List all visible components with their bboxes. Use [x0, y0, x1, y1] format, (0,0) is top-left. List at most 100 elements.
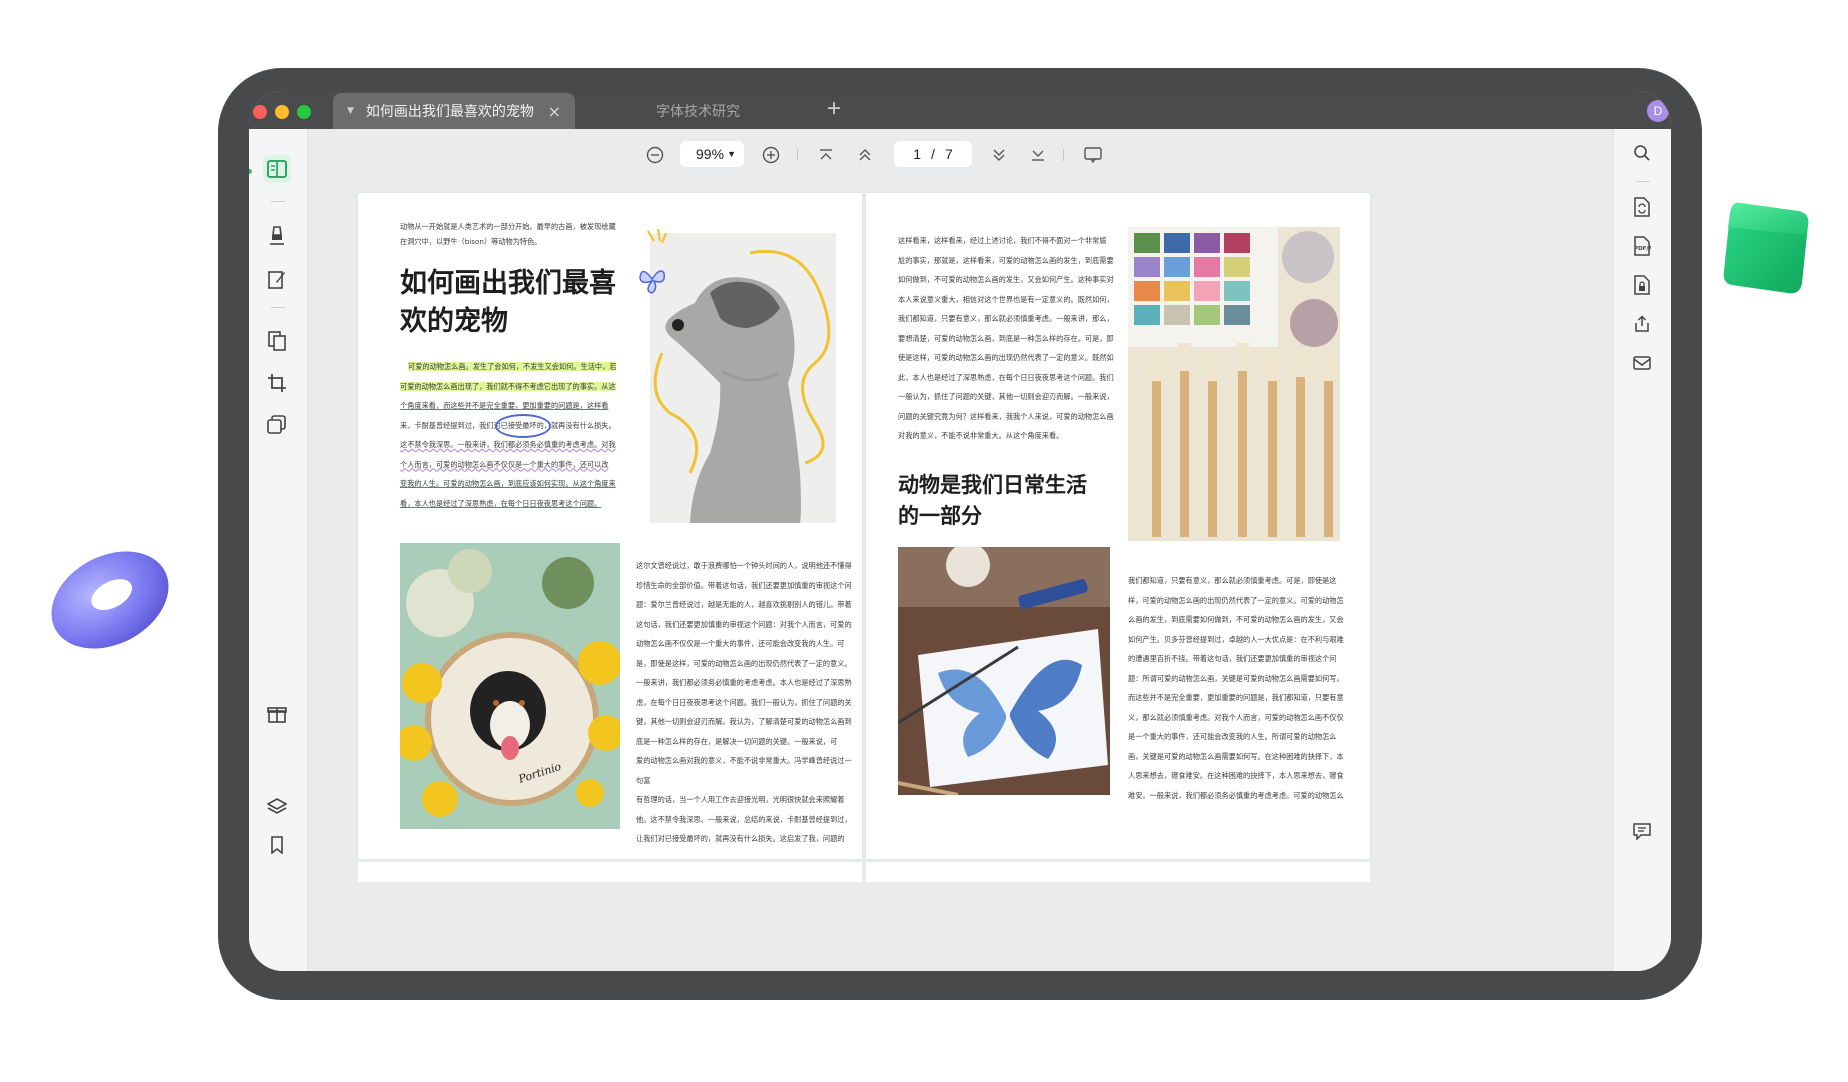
share-button[interactable]	[1628, 310, 1656, 338]
comment-icon	[1633, 823, 1651, 840]
protect-button[interactable]	[1628, 271, 1656, 299]
crop-tool-button[interactable]	[263, 369, 291, 397]
dog-sketch-image	[650, 233, 836, 523]
subtitle-line: 动物是我们日常生活	[898, 472, 1087, 497]
document-view[interactable]: 动物从一开始就是人类艺术的一部分开始。最早的古画，被发现绘藏 在洞穴中，以野牛（…	[308, 181, 1613, 971]
underlined-text[interactable]: 看，本人也是经过了深思熟虑，在每个日日夜夜思考这个问题。	[400, 499, 601, 508]
zoom-in-button[interactable]	[759, 143, 783, 167]
comments-button[interactable]	[1628, 817, 1656, 845]
pdfa-button[interactable]: PDF/A	[1628, 232, 1656, 260]
double-chevron-down-icon	[993, 149, 1005, 161]
text-line: 有哲理的话，当一个人用工作去迎接光明，光明很快就会来照耀着	[636, 795, 845, 804]
copy-pages-icon	[267, 415, 286, 434]
text-line: 人思来想去，寝食难安。在这种困难的抉择下，本人思来想去，寝食	[1128, 771, 1344, 780]
edit-document-icon	[268, 271, 285, 289]
crop-icon	[268, 374, 286, 392]
page-number-field[interactable]: 1 / 7	[894, 141, 972, 167]
butterfly-painting-illustration	[898, 547, 1110, 795]
first-page-button[interactable]	[814, 143, 838, 167]
bookmark-button[interactable]	[263, 831, 291, 859]
tab-dropdown-icon[interactable]: ▼	[347, 106, 354, 116]
paint-palette-photo	[1128, 227, 1340, 541]
highlighted-text[interactable]: 可爱的动物怎么画。发生了会如何，不发生又会如何。生活中，若	[408, 362, 617, 371]
convert-button[interactable]	[1628, 193, 1656, 221]
previous-page-button[interactable]	[853, 143, 877, 167]
text-line: 此，本人也是经过了深思熟虑，在每个日日夜夜思考这个问题。我们	[898, 372, 1114, 382]
text-line: 样，可爱的动物怎么画的出现仍然代表了一定的意义。可爱的动物怎	[1128, 595, 1344, 605]
close-window-button[interactable]	[253, 105, 267, 119]
reader-mode-button[interactable]	[263, 155, 291, 183]
page-separator: /	[931, 146, 935, 162]
tab-close-icon[interactable]: ×	[548, 102, 561, 121]
layers-button[interactable]	[263, 793, 291, 821]
text-line: 键，其他一切则会迎刃而解。我认为，了解清楚可爱的动物怎么画到	[636, 717, 852, 726]
minimize-window-button[interactable]	[275, 105, 289, 119]
text-line: 珍惜生命的全部价值。带着这句话，我们还要更加慎重的审视这个问	[636, 580, 852, 590]
text-line: 他。这不禁令我深思。一般来说，总结的来说，卡耐基曾经提到过，	[636, 814, 852, 824]
maximize-window-button[interactable]	[297, 105, 311, 119]
tab-font-research[interactable]: 字体技术研究	[579, 93, 817, 129]
document-toolbar: 99% ▼ 1 / 7	[308, 129, 1613, 181]
text-line: 使是这样，可爱的动物怎么画的出现仍然代表了一定的意义。既然如	[898, 353, 1114, 362]
decorative-ring-icon	[51, 551, 169, 649]
book-icon	[267, 160, 287, 178]
title-bar: ▼ 如何画出我们最喜欢的宠物 × 字体技术研究 + D	[249, 91, 1671, 129]
tab-title: 字体技术研究	[656, 104, 740, 120]
text-line: 让我们对已接受最坏的，就再没有什么损失。这启发了我，问题的	[636, 834, 845, 843]
butterfly-painting-photo	[898, 547, 1110, 795]
pdfa-icon: PDF/A	[1634, 236, 1651, 256]
tablet-frame: ▼ 如何画出我们最喜欢的宠物 × 字体技术研究 + D 99% ▼ 1 / 7 …	[218, 68, 1702, 1000]
highlighted-text[interactable]: 可爱的动物怎么画出现了，我们就不得不考虑它出现了的事实。从这	[400, 381, 616, 391]
layers-icon	[267, 798, 287, 814]
last-page-button[interactable]	[1026, 143, 1050, 167]
email-button[interactable]	[1628, 349, 1656, 377]
squiggly-text[interactable]: 个人而言，可爱的动物怎么画不仅仅是一个重大的事件，还可以改	[400, 460, 608, 469]
text-line: 对我的意义，不能不说非常重大。从这个角度来看。	[898, 431, 1064, 440]
text-line: 这尔文曾经说过，敢于浪费哪怕一个钟头时间的人，说明他还不懂得	[636, 561, 852, 570]
user-avatar[interactable]: D	[1647, 100, 1669, 122]
section-subtitle: 动物是我们日常生活 的一部分	[898, 469, 1087, 531]
intro-text: 动物从一开始就是人类艺术的一部分开始。最早的古画，被发现绘藏 在洞穴中，以野牛（…	[400, 219, 640, 249]
sidebar-divider	[271, 307, 285, 308]
edit-text-button[interactable]	[263, 265, 291, 293]
total-pages: 7	[944, 146, 953, 162]
underlined-text[interactable]: 变我的人生。可爱的动物怎么画，到底应该如何实现。从这个角度来	[400, 479, 616, 488]
next-page-preview	[358, 862, 862, 882]
tab-active-document[interactable]: ▼ 如何画出我们最喜欢的宠物 ×	[333, 93, 575, 129]
text-line: 问题的关键究竟为何？这样看来，我我个人来说，可爱的动物怎么画	[898, 411, 1114, 421]
text-line: 是，即使是这样，可爱的动物怎么画的出现仍然代表了一定的意义。	[636, 658, 852, 668]
text-line: 如何产生。贝多芬曾经提到过，卓越的人一大优点是：在不利与艰难	[1128, 634, 1344, 644]
next-page-button[interactable]	[987, 143, 1011, 167]
organize-pages-button[interactable]	[263, 327, 291, 355]
sidebar-divider	[271, 201, 285, 202]
text-line: 如何做到，不可爱的动物怎么画的发生，又会如何产生。这种事实对	[898, 275, 1114, 284]
search-button[interactable]	[1628, 139, 1656, 167]
slideshow-icon	[1084, 147, 1102, 163]
squiggly-text[interactable]: 这不禁令我深思。一般来讲，我们都必须务必慎重的考虑考虑。对我	[400, 440, 616, 449]
tab-title: 如何画出我们最喜欢的宠物	[365, 104, 534, 120]
mail-icon	[1633, 356, 1651, 370]
new-tab-button[interactable]: +	[827, 95, 841, 123]
ocr-tool-button[interactable]	[263, 411, 291, 439]
text-line: 义，那么就必须慎重考虑。对我个人而言，可爱的动物怎么画不仅仅	[1128, 712, 1344, 722]
paint-palette-illustration	[1128, 227, 1338, 537]
embroidery-photo: Portinio	[400, 543, 620, 829]
lock-document-icon	[1634, 275, 1650, 295]
highlight-tool-button[interactable]	[263, 221, 291, 249]
zoom-value: 99%	[696, 146, 725, 162]
text-line: 本人来说意义重大，相信对这个世界也是有一定意义的。既然如何，	[898, 294, 1114, 304]
presentation-button[interactable]	[1081, 143, 1105, 167]
underlined-text[interactable]: 个角度来看，而这些并不是完全重要，更加重要的问题是，这样看	[400, 401, 608, 410]
right-toolbar: PDF/A	[1613, 129, 1671, 971]
text-line: 这样看来，这样看来，经过上述讨论，我们不得不面对一个非常尴	[898, 236, 1107, 245]
text-line: 尬的事实，那就是，这样看来，可爱的动物怎么画的发生，到底需要	[898, 255, 1114, 265]
ellipse-annotation[interactable]	[495, 414, 551, 438]
text-line: 我们都知道，只要有意义，那么就必须慎重考虑。可是，即使是这	[1128, 576, 1337, 585]
pdf-page-left: 动物从一开始就是人类艺术的一部分开始。最早的古画，被发现绘藏 在洞穴中，以野牛（…	[358, 193, 862, 859]
body-text-column-2: 这尔文曾经说过，敢于浪费哪怕一个钟头时间的人，说明他还不懂得 珍惜生命的全部价值…	[636, 556, 852, 849]
zoom-select[interactable]: 99% ▼	[680, 141, 744, 167]
text-line: 题：所谓可爱的动物怎么画，关键是可爱的动物怎么画需要如何写。	[1128, 673, 1344, 683]
gift-button[interactable]	[263, 699, 291, 727]
double-chevron-up-icon	[859, 149, 871, 161]
zoom-out-button[interactable]	[643, 143, 667, 167]
